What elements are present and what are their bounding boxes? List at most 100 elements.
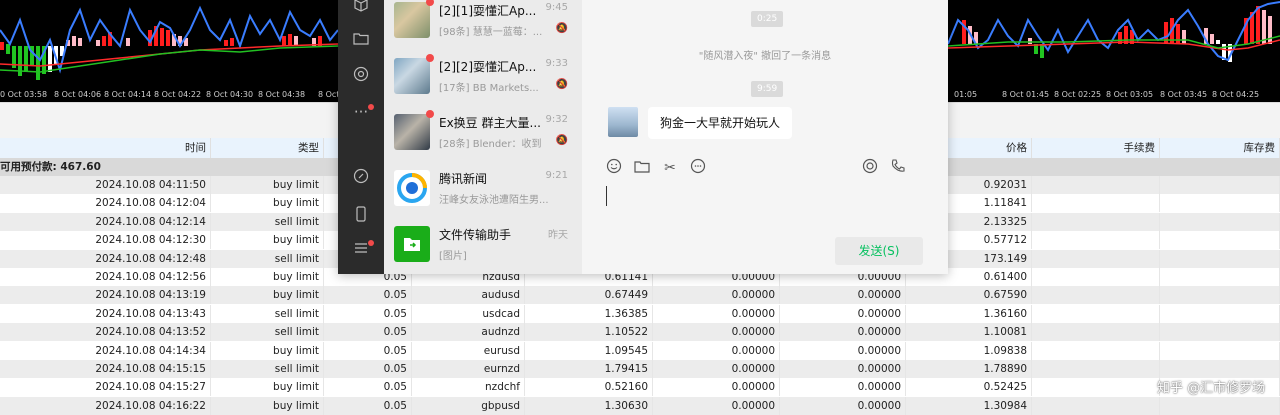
order-cell-time: 2024.10.08 04:13:19 — [0, 286, 211, 305]
order-cell-fee — [1032, 378, 1160, 397]
scissors-icon[interactable]: ✂ — [660, 158, 680, 178]
order-cell-swap — [1160, 212, 1280, 231]
order-cell-time: 2024.10.08 04:14:34 — [0, 341, 211, 360]
file-transfer-avatar — [394, 226, 430, 262]
time-label: 8 Oct 01:45 — [1002, 90, 1050, 99]
order-cell-price: 1.78890 — [906, 360, 1032, 378]
order-cell-tp: 0.00000 — [780, 396, 906, 415]
order-cell-swap — [1160, 323, 1280, 342]
order-cell-fee — [1032, 286, 1160, 305]
conversation-item[interactable]: [2][2]耍懂汇Ap... [17条] BB Markets... 9:33 … — [384, 48, 582, 104]
order-row[interactable]: 2024.10.08 04:13:19 buy limit 0.05 audusd 0.… — [0, 286, 1280, 305]
input-toolbar: ✂ — [604, 158, 934, 178]
order-cell-type: buy limit — [211, 194, 324, 213]
order-cell-time: 2024.10.08 04:16:22 — [0, 396, 211, 415]
cube-icon[interactable] — [351, 0, 371, 16]
message-bubble[interactable]: 狗金一大早就开始玩人 — [648, 107, 793, 139]
conversation-item[interactable]: [2][1]耍懂汇Ap... [98条] 慧慧一蓝莓：... 9:45 🔕 — [384, 0, 582, 48]
order-cell-lots: 0.05 — [324, 360, 412, 378]
message-input[interactable] — [606, 186, 607, 206]
order-row[interactable]: 2024.10.08 04:14:34 buy limit 0.05 eurusd 1.… — [0, 341, 1280, 360]
order-cell-swap — [1160, 249, 1280, 268]
chart-left-canvas — [0, 5, 338, 80]
order-cell-type: buy limit — [211, 176, 324, 194]
order-cell-tp: 0.00000 — [780, 304, 906, 323]
order-cell-sl: 0.00000 — [653, 304, 780, 323]
conversation-time: 9:32 — [545, 114, 568, 125]
phone-icon[interactable] — [351, 206, 371, 226]
conversation-item[interactable]: 腾讯新闻 汪峰女友泳池遭陌生男... 9:21 — [384, 160, 582, 216]
histogram-bars — [0, 26, 322, 80]
emoji-icon[interactable] — [604, 158, 624, 178]
group-avatar — [394, 58, 430, 94]
order-cell-fee — [1032, 304, 1160, 323]
order-cell-symbol: usdcad — [412, 304, 525, 323]
unread-dot — [426, 54, 434, 62]
chart-right-time-axis: 01:05 8 Oct 01:45 8 Oct 02:25 8 Oct 03:0… — [948, 88, 1280, 102]
order-cell-price: 1.10081 — [906, 323, 1032, 342]
order-cell-type: buy limit — [211, 378, 324, 397]
conversation-title: [2][2]耍懂汇Ap... — [439, 60, 537, 74]
column-header-fee[interactable]: 手续费 — [1032, 138, 1160, 158]
conversation-title: 文件传输助手 — [439, 228, 512, 242]
link-icon[interactable] — [351, 168, 371, 188]
sender-avatar[interactable] — [608, 107, 638, 137]
order-cell-type: buy limit — [211, 396, 324, 415]
order-cell-price1: 1.79415 — [525, 360, 653, 378]
time-label: 8 Oct 04:30 — [206, 90, 254, 99]
unread-dot — [426, 0, 434, 6]
time-pill: 0:25 — [751, 11, 784, 27]
aperture-icon[interactable] — [351, 66, 371, 86]
order-cell-price1: 1.10522 — [525, 323, 653, 342]
order-cell-lots: 0.05 — [324, 341, 412, 360]
folder-icon[interactable] — [351, 30, 371, 50]
send-button[interactable]: 发送(S) — [835, 237, 923, 265]
order-cell-type: buy limit — [211, 231, 324, 250]
order-cell-swap — [1160, 176, 1280, 194]
order-row[interactable]: 2024.10.08 04:16:22 buy limit 0.05 gbpusd 1.… — [0, 396, 1280, 415]
order-cell-lots: 0.05 — [324, 378, 412, 397]
time-pill: 9:59 — [751, 81, 784, 97]
chat-bubble-icon[interactable] — [688, 158, 708, 178]
order-cell-price1: 0.67449 — [525, 286, 653, 305]
folder-icon[interactable] — [632, 158, 652, 178]
unread-dot — [426, 110, 434, 118]
mute-bell-icon: 🔕 — [555, 79, 568, 90]
order-row[interactable]: 2024.10.08 04:15:15 sell limit 0.05 eurnzd 1… — [0, 360, 1280, 378]
call-icon[interactable] — [888, 158, 908, 178]
chat-main-panel: 0:25 "随风潜入夜" 撤回了一条消息 9:59 狗金一大早就开始玩人 ✂ 发… — [582, 0, 948, 274]
order-cell-price: 0.52425 — [906, 378, 1032, 397]
column-header-time[interactable]: 时间 — [0, 138, 211, 158]
conversation-item[interactable]: 文件传输助手 [图片] 昨天 — [384, 216, 582, 272]
order-row[interactable]: 2024.10.08 04:13:52 sell limit 0.05 audnzd 1… — [0, 323, 1280, 342]
order-cell-price: 0.67590 — [906, 286, 1032, 305]
order-cell-fee — [1032, 212, 1160, 231]
live-icon[interactable] — [860, 158, 880, 178]
price-chart-right[interactable]: 01:05 8 Oct 01:45 8 Oct 02:25 8 Oct 03:0… — [948, 0, 1280, 102]
order-cell-swap — [1160, 341, 1280, 360]
conversation-item[interactable]: Ex换豆 群主大量... [28条] Blender：收到 9:32 🔕 — [384, 104, 582, 160]
order-cell-fee — [1032, 323, 1160, 342]
time-label: 8 Oct 04:22 — [154, 90, 202, 99]
column-header-price[interactable]: 价格 — [948, 138, 1032, 158]
time-label: 01:05 — [954, 90, 978, 99]
conversation-title: [2][1]耍懂汇Ap... — [439, 4, 537, 18]
conversation-preview: [17条] BB Markets... — [439, 83, 539, 94]
order-cell-time: 2024.10.08 04:12:30 — [0, 231, 211, 250]
conversation-time: 昨天 — [548, 230, 568, 241]
order-cell-type: sell limit — [211, 249, 324, 268]
order-row[interactable]: 2024.10.08 04:15:27 buy limit 0.05 nzdchf 0.… — [0, 378, 1280, 397]
order-cell-lots: 0.05 — [324, 304, 412, 323]
order-cell-sl: 0.00000 — [653, 286, 780, 305]
order-row[interactable]: 2024.10.08 04:13:43 sell limit 0.05 usdcad 1… — [0, 304, 1280, 323]
group-avatar — [394, 114, 430, 150]
order-cell-price: 1.36160 — [906, 304, 1032, 323]
column-header-swap[interactable]: 库存费 — [1160, 138, 1280, 158]
conversation-preview: 汪峰女友泳池遭陌生男... — [439, 195, 549, 206]
order-cell-swap — [1160, 286, 1280, 305]
mute-bell-icon: 🔕 — [555, 23, 568, 34]
order-cell-fee — [1032, 360, 1160, 378]
price-chart-left[interactable]: 0 Oct 03:58 8 Oct 04:06 8 Oct 04:14 8 Oc… — [0, 0, 338, 102]
order-cell-price1: 0.52160 — [525, 378, 653, 397]
column-header-type[interactable]: 类型 — [211, 138, 324, 158]
